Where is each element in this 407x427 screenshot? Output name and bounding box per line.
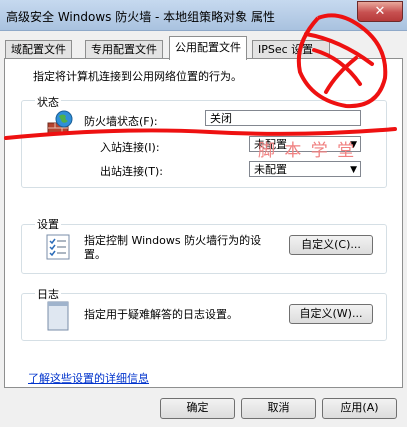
annotation-scribble	[304, 32, 374, 94]
annotation-marks	[4, 13, 397, 140]
annotation-underline	[4, 127, 397, 140]
annotation-circle	[296, 13, 388, 109]
